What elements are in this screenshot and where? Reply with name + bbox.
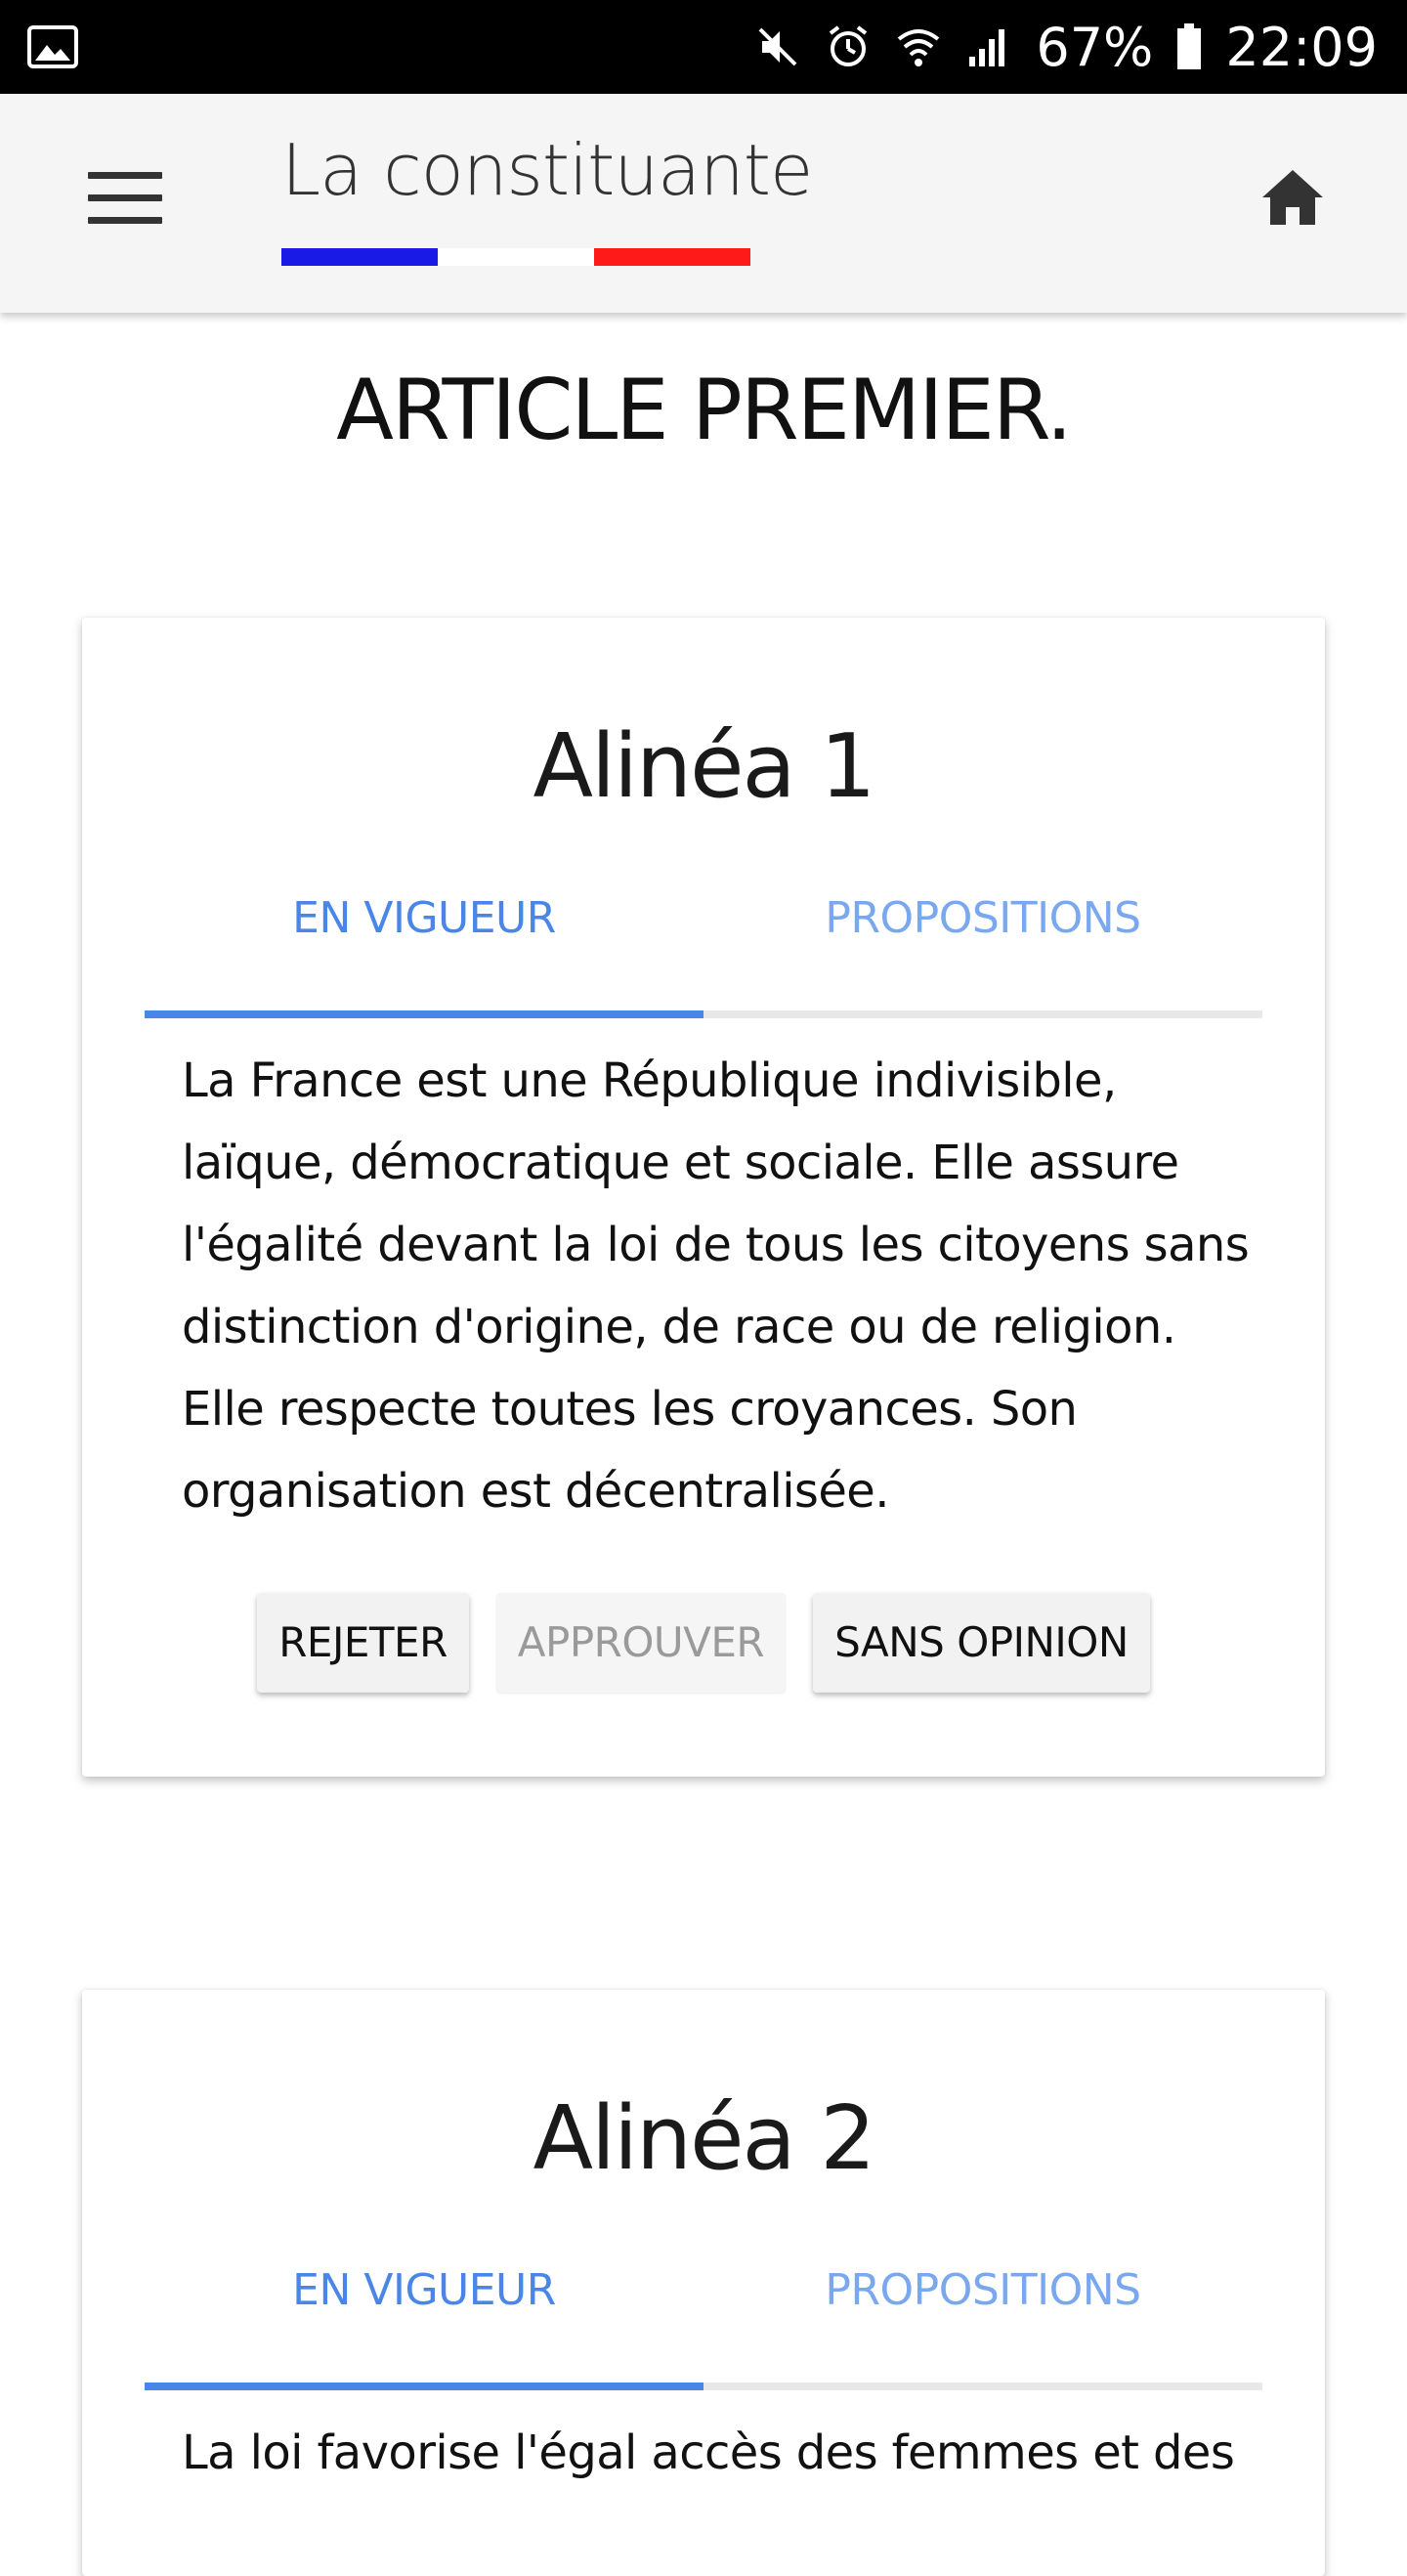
hamburger-icon[interactable] [88, 172, 162, 227]
card-tabs: EN VIGUEUR PROPOSITIONS [145, 2252, 1262, 2330]
mute-icon [758, 27, 797, 66]
clock: 22:09 [1225, 16, 1378, 78]
no-opinion-button[interactable]: SANS OPINION [813, 1593, 1150, 1693]
page-title: ARTICLE PREMIER. [336, 362, 1073, 459]
vote-actions: REJETER APPROUVER SANS OPINION [82, 1593, 1325, 1693]
french-flag-bar [281, 248, 750, 266]
app-bar: La constituante [0, 94, 1407, 313]
status-bar: 67% 22:09 [0, 0, 1407, 94]
alinea-text: La France est une République indivisible… [182, 1053, 1250, 1519]
approve-button[interactable]: APPROUVER [495, 1593, 787, 1693]
alinea-text: La loi favorise l'égal accès des femmes … [182, 2426, 1235, 2480]
tab-indicator [145, 1010, 704, 1018]
card-title: Alinéa 1 [533, 715, 875, 818]
status-indicators: 67% 22:09 [754, 17, 1378, 78]
tab-en-vigueur[interactable]: EN VIGUEUR [145, 880, 704, 958]
alinea-card: Alinéa 2 EN VIGUEUR PROPOSITIONS La loi … [82, 1990, 1325, 2576]
wifi-icon [898, 29, 940, 66]
card-title: Alinéa 2 [533, 2087, 875, 2190]
home-icon[interactable] [1260, 168, 1325, 227]
image-icon [27, 25, 78, 68]
alinea-card: Alinéa 1 EN VIGUEUR PROPOSITIONS La Fran… [82, 618, 1325, 1777]
tab-indicator [145, 2383, 704, 2390]
reject-button[interactable]: REJETER [257, 1593, 469, 1693]
battery-percent: 67% [1036, 16, 1154, 78]
tab-propositions[interactable]: PROPOSITIONS [704, 2252, 1262, 2330]
tab-en-vigueur[interactable]: EN VIGUEUR [145, 2252, 704, 2330]
signal-icon [969, 29, 1005, 66]
tab-propositions[interactable]: PROPOSITIONS [704, 880, 1262, 958]
alarm-icon [830, 25, 868, 66]
app-title: La constituante [281, 129, 813, 211]
battery-icon [1177, 23, 1202, 69]
card-tabs: EN VIGUEUR PROPOSITIONS [145, 880, 1262, 958]
